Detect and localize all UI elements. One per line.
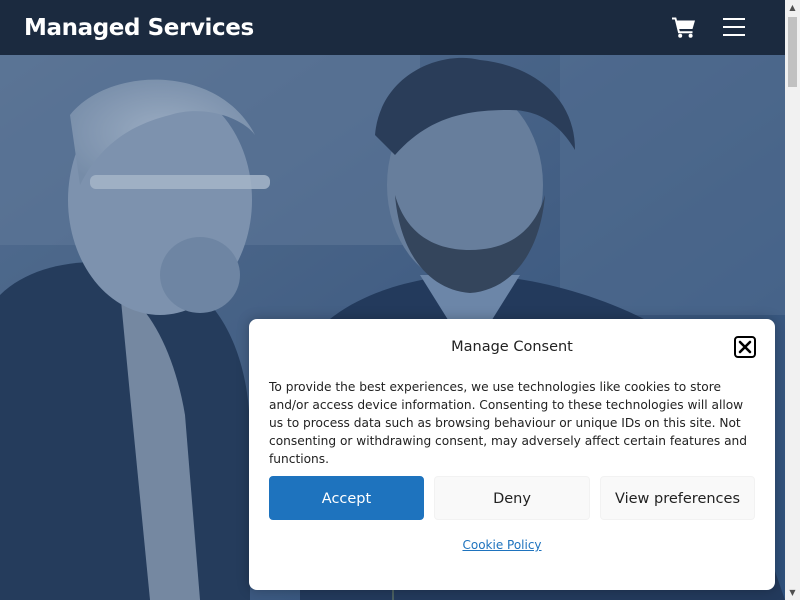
consent-close-button[interactable] <box>734 336 756 358</box>
hamburger-menu-icon <box>723 18 745 20</box>
shopping-cart-icon <box>672 17 695 38</box>
accept-button[interactable]: Accept <box>269 476 424 520</box>
site-header: Managed Services <box>0 0 785 55</box>
hamburger-menu-icon-bar <box>723 26 745 28</box>
page-scrollbar[interactable]: ▲ ▼ <box>785 0 800 600</box>
page: Managed Services ▲ ▼ Manage Consent To p… <box>0 0 800 600</box>
consent-dialog: Manage Consent To provide the best exper… <box>249 319 775 590</box>
scroll-up-arrow-icon[interactable]: ▲ <box>785 0 800 15</box>
site-title[interactable]: Managed Services <box>24 13 254 43</box>
hamburger-menu-icon-bar <box>723 34 745 36</box>
view-preferences-button[interactable]: View preferences <box>600 476 755 520</box>
scroll-down-arrow-icon[interactable]: ▼ <box>785 585 800 600</box>
scrollbar-thumb[interactable] <box>788 17 797 87</box>
consent-message: To provide the best experiences, we use … <box>269 380 748 466</box>
consent-title: Manage Consent <box>451 339 573 355</box>
cookie-policy-link[interactable]: Cookie Policy <box>249 536 755 554</box>
menu-toggle-button[interactable] <box>722 16 746 38</box>
close-icon <box>734 336 756 358</box>
cart-button[interactable] <box>672 16 696 38</box>
deny-button[interactable]: Deny <box>434 476 590 520</box>
